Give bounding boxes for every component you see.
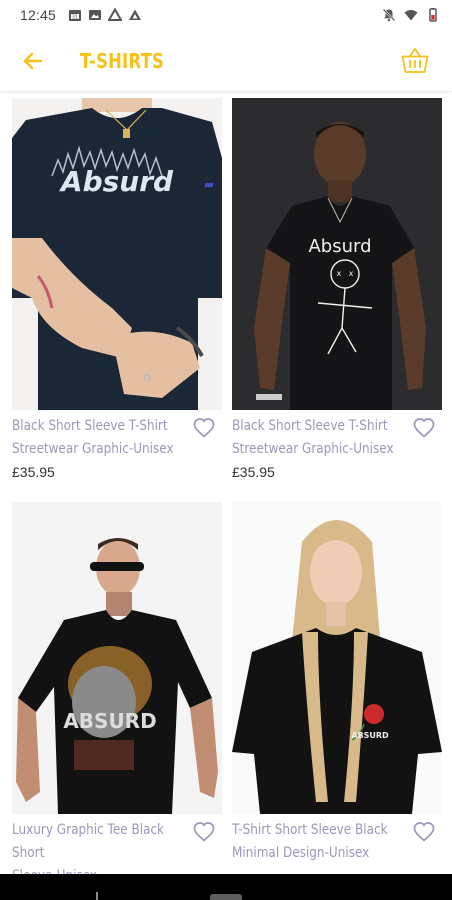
product-image[interactable]: Absurd x x: [232, 98, 442, 410]
nav-back-button[interactable]: [96, 892, 106, 900]
product-price: £35.95: [12, 464, 55, 480]
status-bar: 12:45 31: [0, 0, 452, 30]
back-button[interactable]: [16, 44, 50, 78]
nav-home-pill[interactable]: [210, 894, 242, 900]
product-card[interactable]: Absurd Black Short Sleeve T-Shirt Street…: [12, 98, 222, 480]
product-name: Luxury Graphic Tee Black Short Sleeve-Un…: [12, 819, 189, 874]
drive-icon: [108, 8, 123, 21]
product-image[interactable]: ABSURD: [232, 502, 442, 814]
product-name: T-Shirt Short Sleeve Black Minimal Desig…: [232, 819, 409, 865]
product-name-line1: T-Shirt Short Sleeve Black: [232, 822, 388, 838]
svg-text:31: 31: [72, 15, 78, 21]
model-photo-1: Absurd: [12, 98, 222, 410]
product-image[interactable]: Absurd: [12, 98, 222, 410]
model-photo-2: Absurd x x: [232, 98, 442, 410]
product-image[interactable]: ABSURD: [12, 502, 222, 814]
svg-text:x: x: [349, 269, 354, 278]
product-card[interactable]: ABSURD T-Shirt Short Sleeve Black Minima…: [232, 502, 442, 861]
arrow-left-icon: [23, 52, 43, 69]
heart-icon: [193, 822, 215, 842]
wishlist-button[interactable]: [412, 820, 436, 844]
product-card[interactable]: Absurd x x Black Short Sleeve T-Shirt St…: [232, 98, 442, 480]
product-name: Black Short Sleeve T-Shirt Streetwear Gr…: [12, 415, 189, 461]
wishlist-button[interactable]: [412, 416, 436, 440]
product-name-line1: Luxury Graphic Tee Black Short: [12, 822, 165, 861]
shirt-print-text: ABSURD: [351, 731, 389, 740]
svg-text:x: x: [337, 269, 342, 278]
product-name-line1: Black Short Sleeve T-Shirt: [232, 418, 388, 434]
shirt-print-text: ABSURD: [63, 709, 156, 733]
model-photo-4: ABSURD: [232, 502, 442, 814]
model-photo-3: ABSURD: [12, 502, 222, 814]
basket-icon: [401, 47, 429, 73]
product-name-line1: Black Short Sleeve T-Shirt: [12, 418, 168, 434]
system-nav-bar: [0, 874, 452, 900]
product-grid: Absurd Black Short Sleeve T-Shirt Street…: [0, 92, 452, 874]
heart-icon: [413, 418, 435, 438]
wishlist-button[interactable]: [192, 416, 216, 440]
wishlist-button[interactable]: [192, 820, 216, 844]
product-name: Black Short Sleeve T-Shirt Streetwear Gr…: [232, 415, 409, 461]
basket-button[interactable]: [398, 44, 432, 78]
status-time: 12:45: [20, 7, 57, 23]
status-icons-left: 31: [68, 8, 142, 22]
product-name-line2: Streetwear Graphic-Unisex: [232, 441, 394, 457]
product-name-line2: Streetwear Graphic-Unisex: [12, 441, 174, 457]
product-name-line2: Minimal Design-Unisex: [232, 845, 370, 861]
status-icons-right: [382, 8, 440, 22]
wifi-icon: [404, 10, 418, 21]
page-title: T-SHIRTS: [80, 48, 165, 73]
shirt-print-text: Absurd: [308, 236, 371, 257]
heart-icon: [193, 418, 215, 438]
battery-icon: [429, 8, 437, 22]
product-card[interactable]: ABSURD Luxury Graphic Tee Black Short Sl…: [12, 502, 222, 874]
calendar-icon: 31: [69, 10, 82, 21]
product-name-line2: Sleeve-Unisex: [12, 865, 189, 874]
heart-icon: [413, 822, 435, 842]
image-icon: [89, 10, 102, 20]
app-bar: T-SHIRTS: [0, 30, 452, 92]
notifications-off-icon: [382, 8, 396, 22]
drive-icon: [129, 9, 142, 20]
product-price: £35.95: [232, 464, 275, 480]
